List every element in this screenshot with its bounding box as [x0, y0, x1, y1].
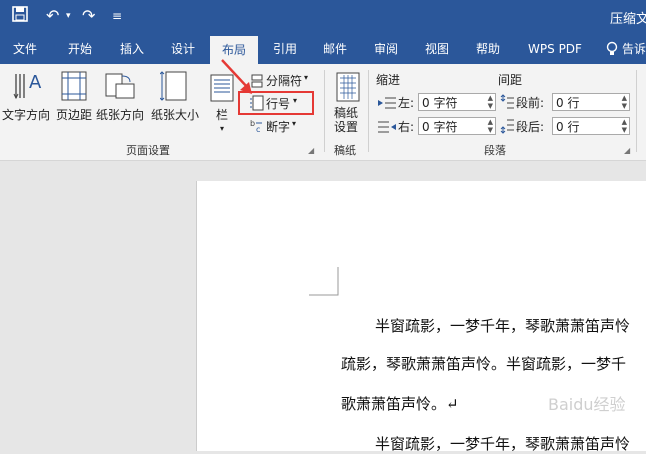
margins-button[interactable]: 页边距 [56, 106, 92, 123]
separator [636, 70, 637, 152]
redo-icon[interactable]: ↷ [82, 6, 95, 26]
tab-design[interactable]: 设计 [160, 34, 206, 64]
indent-left-input[interactable]: 0 字符 ▲ ▼ [418, 93, 496, 111]
indent-left-label: 左: [398, 96, 415, 110]
page-size-icon [159, 70, 188, 106]
spacing-after-label: 段后: [516, 120, 545, 134]
ribbon-layout: A 文字方向 页边距 纸张方向 纸张大小 栏 ▾ 分隔符 ▾ 行号 ▾ bc 断… [0, 64, 646, 161]
tab-tell-me[interactable]: 告诉 [622, 34, 646, 64]
margin-crop-mark-icon [309, 267, 339, 296]
tab-help[interactable]: 帮助 [464, 34, 512, 64]
document-line: 半窗疏影，一梦千年，琴歌萧萧笛声怜 [375, 435, 631, 453]
indent-left-icon [378, 95, 396, 114]
save-icon[interactable] [12, 6, 28, 27]
indent-left-value: 0 字符 [422, 96, 458, 110]
spinner-arrows-icon[interactable]: ▲ ▼ [622, 94, 627, 110]
page-setup-launcher-icon[interactable]: ◢ [308, 146, 314, 155]
hyphenation-icon: bc [250, 118, 266, 137]
svg-text:c: c [256, 125, 260, 133]
paragraph-launcher-icon[interactable]: ◢ [624, 146, 630, 155]
margins-icon [60, 70, 88, 106]
indent-right-label: 右: [398, 120, 415, 134]
orientation-button[interactable]: 纸张方向 [96, 106, 144, 123]
spinner-arrows-icon[interactable]: ▲ ▼ [488, 94, 493, 110]
spacing-before-value: 0 行 [556, 96, 580, 110]
columns-dropdown-icon: ▾ [220, 124, 225, 133]
indent-header: 缩进 [376, 73, 401, 87]
hyphenation-button[interactable]: 断字 [266, 118, 290, 135]
indent-right-input[interactable]: 0 字符 ▲ ▼ [418, 117, 496, 135]
window-title: 压缩文 [610, 12, 646, 27]
orientation-icon [104, 70, 136, 106]
manuscript-icon [336, 72, 360, 106]
separator [368, 70, 369, 152]
spacing-header: 间距 [498, 73, 523, 87]
spacing-after-value: 0 行 [556, 120, 580, 134]
spinner-arrows-icon[interactable]: ▲ ▼ [622, 118, 627, 134]
undo-icon[interactable]: ↶ [46, 6, 59, 26]
document-line: 半窗疏影，一梦千年，琴歌萧萧笛声怜 [375, 317, 631, 335]
spacing-after-input[interactable]: 0 行 ▲ ▼ [552, 117, 630, 135]
tab-home[interactable]: 开始 [56, 34, 104, 64]
spacing-before-icon [500, 94, 514, 114]
indent-right-value: 0 字符 [422, 120, 458, 134]
svg-text:b: b [250, 119, 255, 128]
hyphenation-dropdown-icon: ▾ [292, 119, 297, 128]
document-line: 疏影，琴歌萧萧笛声怜。半窗疏影，一梦千 [341, 355, 627, 373]
tab-insert[interactable]: 插入 [108, 34, 156, 64]
manuscript-group-label: 稿纸 [334, 144, 356, 157]
ribbon-tabs: 文件 开始 插入 设计 布局 引用 邮件 审阅 视图 帮助 WPS PDF 告诉 [0, 34, 646, 64]
lightbulb-icon [604, 34, 620, 64]
page-setup-group-label: 页面设置 [126, 144, 170, 157]
annotation-arrow-icon [221, 59, 252, 94]
separator [324, 70, 325, 152]
document-canvas[interactable]: 半窗疏影，一梦千年，琴歌萧萧笛声怜 疏影，琴歌萧萧笛声怜。半窗疏影，一梦千 歌萧… [0, 161, 646, 453]
breaks-dropdown-icon: ▾ [304, 73, 309, 82]
spinner-arrows-icon[interactable]: ▲ ▼ [488, 118, 493, 134]
indent-right-icon [378, 119, 396, 138]
text-direction-button[interactable]: 文字方向 [2, 106, 50, 123]
tab-references[interactable]: 引用 [262, 34, 308, 64]
page-size-button[interactable]: 纸张大小 [151, 106, 199, 123]
breaks-button[interactable]: 分隔符 [266, 72, 302, 89]
title-bar: ↶ ▾ ↷ ≡ 压缩文 [0, 0, 646, 34]
paragraph-group-label: 段落 [484, 144, 506, 157]
watermark: Baidu经验 [548, 395, 626, 414]
columns-button[interactable]: 栏 [216, 106, 228, 123]
svg-text:A: A [29, 72, 42, 93]
document-line: 歌萧萧笛声怜。↵ [341, 395, 459, 413]
tab-mailings[interactable]: 邮件 [312, 34, 358, 64]
tab-review[interactable]: 审阅 [362, 34, 410, 64]
spacing-before-input[interactable]: 0 行 ▲ ▼ [552, 93, 630, 111]
tab-file[interactable]: 文件 [0, 34, 50, 64]
tab-view[interactable]: 视图 [414, 34, 460, 64]
customize-toolbar-icon[interactable]: ≡ [112, 6, 122, 26]
spacing-after-icon [500, 118, 514, 138]
manuscript-settings-button[interactable]: 稿纸 设置 [334, 106, 358, 134]
text-direction-icon: A [12, 70, 44, 106]
spacing-before-label: 段前: [516, 96, 545, 110]
tab-wps-pdf[interactable]: WPS PDF [518, 34, 592, 64]
undo-dropdown-icon[interactable]: ▾ [66, 6, 71, 26]
